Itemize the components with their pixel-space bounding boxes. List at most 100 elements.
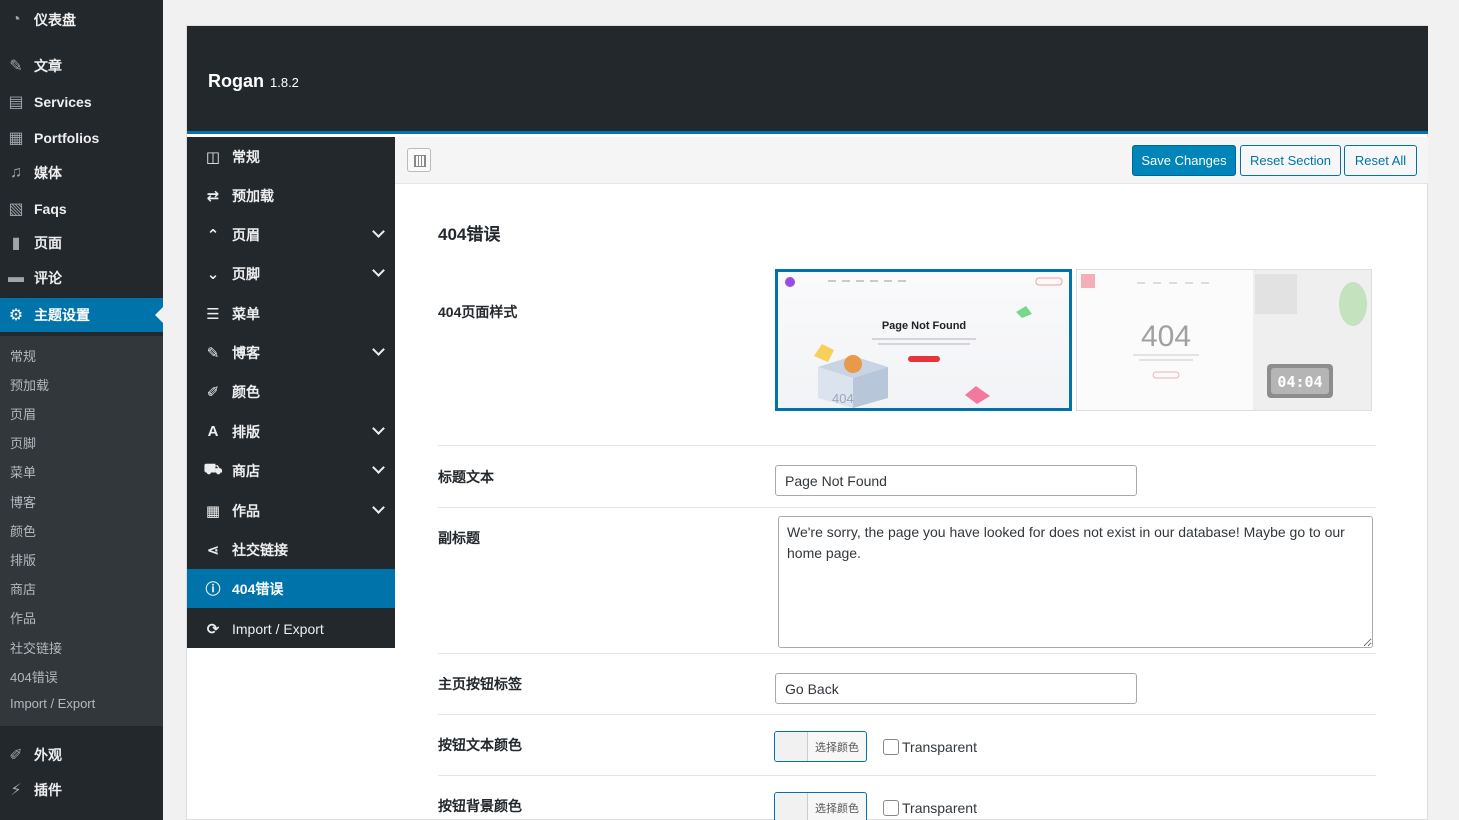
wp-menu-dashboard[interactable]: ◔ 仪表盘 [0,3,163,37]
field-separator [438,775,1376,776]
button-text-transparent-option: Transparent [883,739,977,755]
select-color-label: 选择颜色 [815,741,859,754]
expand-chevron-icon[interactable] [372,501,385,514]
wp-submenu-item[interactable]: 商店 [10,579,36,598]
expand-chevron-icon[interactable] [372,225,385,238]
document-icon: ▤ [8,94,24,111]
wp-submenu-item[interactable]: 博客 [10,492,36,511]
page-icon: ▮ [11,235,21,252]
wp-admin-sidebar: ◔ 仪表盘 ✎ 文章 ▤ Services ▦ Portfolios ♫ 媒体 ▧ Faqs… [0,0,163,820]
wp-submenu-item[interactable]: 预加载 [10,375,49,394]
color-swatch [775,793,808,820]
faq-icon: ▧ [8,201,24,218]
wp-submenu-item[interactable]: 排版 [10,550,36,569]
options-menu-menu[interactable]: ☰ 菜单 [187,294,395,333]
wp-menu-label: Portfolios [34,130,100,146]
wp-menu-media[interactable]: ♫ 媒体 [0,156,163,190]
wp-menu-comments[interactable]: ▬ 评论 [0,261,163,295]
wp-menu-appearance[interactable]: ✐ 外观 [0,738,163,772]
options-menu-label: 排版 [232,423,260,440]
wp-menu-portfolios[interactable]: ▦ Portfolios [0,121,163,155]
field-separator [438,653,1376,654]
options-menu-label: 商店 [232,462,260,479]
options-menu-label: 博客 [232,344,260,361]
button-text-color-picker[interactable]: 选择颜色 [774,731,867,762]
select-color-label: 选择颜色 [815,802,859,815]
options-menu-typography[interactable]: A 排版 [187,412,395,451]
wp-menu-label: 主题设置 [34,307,90,323]
options-menu-404[interactable]: ⓘ 404错误 [187,569,395,608]
menu-icon: ☰ [206,305,220,323]
portfolio-icon: ▦ [205,502,221,520]
wp-submenu-item[interactable]: 作品 [10,608,36,627]
options-menu-footer[interactable]: ⌄ 页脚 [187,254,395,293]
field-label-404-style: 404页面样式 [438,304,518,320]
cart-icon: ⛟ [203,461,223,478]
options-menu-shop[interactable]: ⛟ 商店 [187,451,395,490]
save-changes-button[interactable]: Save Changes [1132,145,1236,176]
options-menu-colors[interactable]: ✐ 颜色 [187,372,395,411]
expand-options-button[interactable] [407,148,431,172]
wp-submenu-item[interactable]: 404错误 [10,667,58,686]
expand-chevron-icon[interactable] [372,461,385,474]
dashboard-icon: ◔ [11,11,21,28]
wp-submenu-item[interactable]: Import / Export [10,696,95,711]
subtitle-textarea[interactable]: We're sorry, the page you have looked fo… [778,516,1373,648]
wp-menu-plugins[interactable]: ⚡ 插件 [0,773,163,807]
style-preview-2-image: 404 04:04 [1077,270,1371,410]
wp-menu-posts[interactable]: ✎ 文章 [0,49,163,83]
expand-chevron-icon[interactable] [372,422,385,435]
home-button-label-input[interactable] [775,673,1137,704]
panel-title: Rogan 1.8.2 [208,71,299,92]
transparent-checkbox[interactable] [883,800,899,816]
transparent-checkbox[interactable] [883,739,899,755]
options-menu-header[interactable]: ⌃ 页眉 [187,215,395,254]
wp-menu-label: 文章 [34,58,62,74]
options-menu-portfolio[interactable]: ▦ 作品 [187,491,395,530]
field-label-home-button: 主页按钮标签 [438,676,522,692]
field-label-button-text-color: 按钮文本颜色 [438,737,522,753]
wp-submenu-item[interactable]: 菜单 [10,462,36,481]
expand-chevron-icon[interactable] [372,264,385,277]
expand-chevron-icon[interactable] [372,343,385,356]
wp-menu-label: 评论 [34,270,62,286]
layout-icon: ◫ [205,148,221,166]
color-swatch [775,732,808,761]
title-text-input[interactable] [775,465,1137,496]
wp-menu-pages[interactable]: ▮ 页面 [0,226,163,260]
style-option-1[interactable]: Page Not Found 404 [775,269,1072,411]
wp-menu-theme-settings[interactable]: ⚙ 主题设置 [0,298,163,332]
wp-submenu-item[interactable]: 社交链接 [10,638,62,657]
options-menu-preloader[interactable]: ⇄ 预加载 [187,176,395,215]
options-menu-label: 作品 [232,502,260,519]
options-menu-blog[interactable]: ✎ 博客 [187,333,395,372]
reset-all-button[interactable]: Reset All [1344,145,1417,176]
style-option-2[interactable]: 404 04:04 [1076,269,1372,411]
gear-icon: ⚙ [8,307,24,324]
wp-menu-services[interactable]: ▤ Services [0,85,163,119]
preview-box-text: 404 [832,391,854,406]
options-menu-social[interactable]: ⋖ 社交链接 [187,530,395,569]
reset-section-button[interactable]: Reset Section [1240,145,1341,176]
wp-menu-label: 页面 [34,235,62,251]
wp-submenu-item[interactable]: 常规 [10,346,36,365]
share-icon: ⋖ [206,541,220,559]
pin-icon: ✎ [206,344,220,362]
button-bg-transparent-option: Transparent [883,800,977,816]
preview-404-text: 404 [1141,320,1191,353]
wp-submenu-item[interactable]: 页脚 [10,433,36,452]
field-label-button-bg-color: 按钮背景颜色 [438,798,522,814]
theme-version: 1.8.2 [270,75,299,90]
wp-menu-faqs[interactable]: ▧ Faqs [0,192,163,226]
options-menu-label: 菜单 [232,305,260,322]
field-separator [438,507,1376,508]
options-menu-import-export[interactable]: ⟳ Import / Export [187,609,395,648]
options-menu: ◫ 常规 ⇄ 预加载 ⌃ 页眉 ⌄ 页脚 ☰ 菜单 ✎ 博客 ✐ 颜色 A 排版 ⛟ 商店 ▦ 作品… [187,137,395,648]
wp-menu-label: 插件 [34,782,62,798]
wp-menu-label: 仪表盘 [34,12,76,28]
wp-submenu-item[interactable]: 颜色 [10,521,36,540]
options-menu-label: 404错误 [232,580,284,597]
options-menu-general[interactable]: ◫ 常规 [187,137,395,176]
button-bg-color-picker[interactable]: 选择颜色 [774,792,867,820]
wp-submenu-item[interactable]: 页眉 [10,404,36,423]
